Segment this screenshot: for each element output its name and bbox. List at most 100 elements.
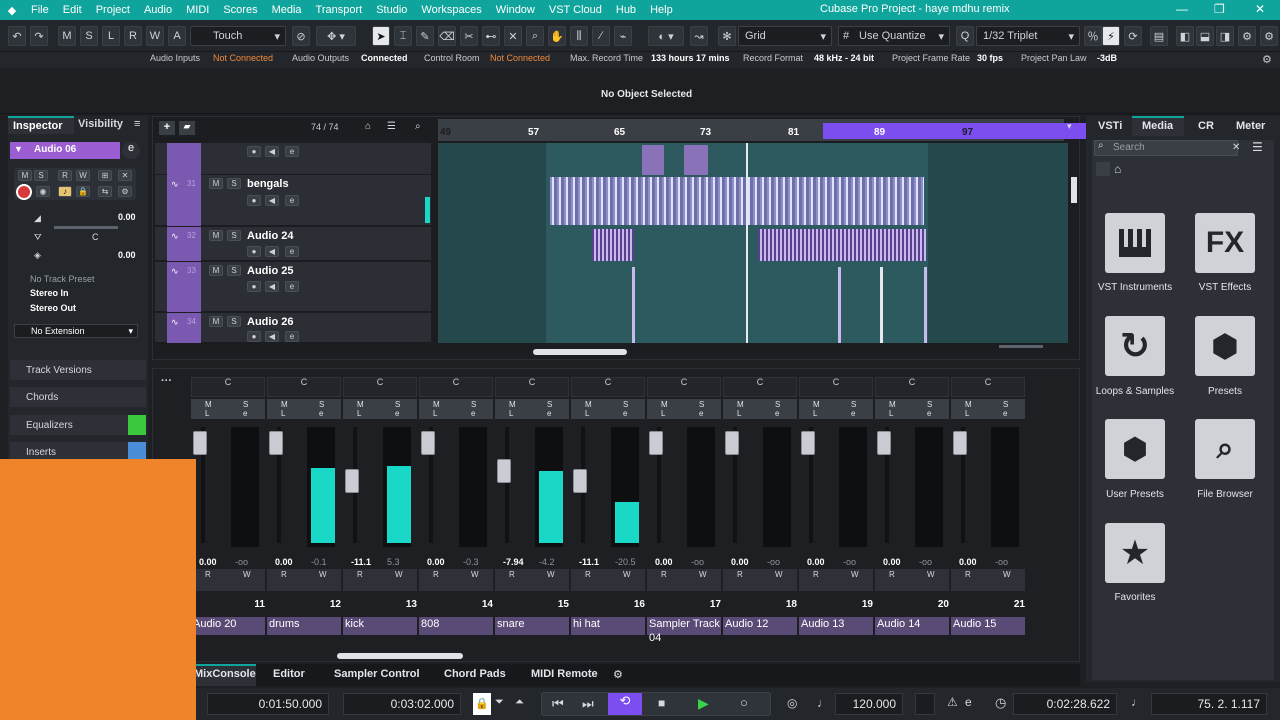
star-icon[interactable]: ★ — [1105, 523, 1165, 583]
track-preset[interactable]: No Track Preset — [14, 274, 138, 287]
section-equalizers[interactable]: Equalizers — [10, 415, 146, 435]
channel-name[interactable]: Audio 14 — [875, 617, 949, 635]
monitor-icon[interactable]: ● — [247, 281, 261, 292]
fader-handle[interactable] — [497, 459, 511, 483]
write-button[interactable]: W — [851, 570, 859, 579]
track-row-audio-24[interactable]: ∿ 32 M S Audio 24 ● ◀ e — [155, 227, 431, 261]
menu-project[interactable]: Project — [89, 0, 137, 20]
fader-handle[interactable] — [573, 469, 587, 493]
menu-edit[interactable]: Edit — [56, 0, 89, 20]
audio-event[interactable] — [924, 267, 927, 343]
listen-button[interactable]: L — [965, 409, 969, 418]
left-zone-icon[interactable]: ◧ — [1176, 26, 1194, 46]
fader-handle[interactable] — [725, 431, 739, 455]
track-row[interactable]: ● ◀ e — [155, 143, 431, 175]
edit-icon[interactable]: e — [319, 409, 323, 418]
tile-label-file-browser[interactable]: File Browser — [1170, 489, 1280, 500]
collapse-icon[interactable]: ▼ — [14, 144, 23, 154]
peak-value[interactable]: -oo — [995, 557, 1008, 567]
solo-button[interactable]: S — [395, 400, 400, 409]
solo-all-button[interactable]: S — [80, 26, 98, 46]
peak-value[interactable]: -oo — [235, 557, 248, 567]
fader-handle[interactable] — [269, 431, 283, 455]
mute-all-button[interactable]: M — [58, 26, 76, 46]
list-icon[interactable]: ☰ — [387, 121, 396, 132]
write-button[interactable]: W — [623, 570, 631, 579]
gear-icon[interactable]: ⚙ — [1260, 26, 1278, 46]
volume-value[interactable]: -7.94 — [503, 557, 524, 567]
pan-control[interactable]: C — [495, 377, 569, 397]
user-icon[interactable]: ⬢ — [1105, 419, 1165, 479]
peak-value[interactable]: -oo — [843, 557, 856, 567]
volume-value[interactable]: 0.00 — [959, 557, 977, 567]
pan-control[interactable]: C — [571, 377, 645, 397]
bypass-icon[interactable]: ✕ — [118, 170, 132, 181]
punch-out-icon[interactable]: ⏶ — [515, 696, 524, 709]
channel-name[interactable]: snare — [495, 617, 569, 635]
mixer-scrollbar[interactable] — [337, 653, 463, 659]
menu-vst-cloud[interactable]: VST Cloud — [542, 0, 609, 20]
mixer-channel[interactable]: C M S Le 0.00 -oo R W 20 Audio 14 — [875, 377, 949, 637]
solo-button[interactable]: S — [775, 400, 780, 409]
read-button[interactable]: R — [433, 570, 439, 579]
fx-icon[interactable]: FX — [1195, 213, 1255, 273]
edit-icon[interactable]: e — [285, 195, 299, 206]
listen-button[interactable]: L — [281, 409, 285, 418]
mute-button[interactable]: M — [18, 170, 32, 181]
record-icon[interactable]: ○ — [740, 695, 748, 710]
draw-tool-icon[interactable]: ∕ — [592, 26, 610, 46]
mute-button[interactable]: M — [205, 400, 212, 409]
home-icon[interactable]: ⌂ — [1114, 162, 1121, 176]
solo-button[interactable]: S — [227, 316, 241, 327]
click-icon[interactable]: ◎ — [787, 696, 797, 710]
lock-icon[interactable]: 🔒 — [76, 186, 90, 197]
record-enable-button[interactable] — [16, 184, 32, 200]
listen-button[interactable]: L — [889, 409, 893, 418]
mixer-channel[interactable]: C M S Le 0.00 -oo R W 17 Sampler Track 04 — [647, 377, 721, 644]
edit-icon[interactable]: e — [285, 331, 299, 342]
mixer-channel[interactable]: C M S Le 0.00 -oo R W 18 Audio 12 — [723, 377, 797, 637]
write-automation-button[interactable]: W — [76, 170, 90, 181]
edit-icon[interactable]: e — [243, 409, 247, 418]
write-button[interactable]: W — [1003, 570, 1011, 579]
volume-value[interactable]: 0.00 — [883, 557, 901, 567]
peak-value[interactable]: -20.5 — [615, 557, 636, 567]
volume-value[interactable]: -11.1 — [351, 557, 371, 567]
hand-tool-icon[interactable]: ✋ — [548, 26, 566, 46]
solo-button[interactable]: S — [471, 400, 476, 409]
fader-handle[interactable] — [193, 431, 207, 455]
edit-icon[interactable]: e — [285, 246, 299, 257]
comp-tool-icon[interactable]: ⫼ — [570, 26, 588, 46]
tile-label-presets[interactable]: Presets — [1170, 386, 1280, 397]
listen-button[interactable]: L — [102, 26, 120, 46]
peak-value[interactable]: 5.3 — [387, 557, 400, 567]
section-track-versions[interactable]: Track Versions — [10, 360, 146, 380]
audio-event-audio-24[interactable] — [592, 229, 634, 261]
pan-control[interactable]: C — [267, 377, 341, 397]
solo-button[interactable]: S — [227, 265, 241, 276]
menu-window[interactable]: Window — [489, 0, 542, 20]
record-icon[interactable]: ◀ — [265, 195, 279, 206]
menu-icon[interactable]: ≡ — [134, 118, 140, 130]
edit-icon[interactable]: e — [699, 409, 703, 418]
add-track-button[interactable]: + — [159, 121, 175, 135]
right-zone-icon[interactable]: ◨ — [1216, 26, 1234, 46]
channel-name[interactable]: Audio 12 — [723, 617, 797, 635]
tab-mixconsole[interactable]: MixConsole — [192, 664, 256, 686]
primary-time-display[interactable]: 0:02:28.622 — [1013, 693, 1117, 715]
audio-event[interactable] — [632, 267, 635, 343]
read-button[interactable]: R — [737, 570, 743, 579]
settings-icon[interactable]: ⚙ — [118, 186, 132, 197]
menu-scores[interactable]: Scores — [216, 0, 264, 20]
search-input[interactable]: Search — [1094, 140, 1238, 156]
input-routing[interactable]: Stereo In — [14, 288, 138, 301]
mute-button[interactable]: M — [281, 400, 288, 409]
mixer-channel[interactable]: C M S Le 0.00 -oo R W 19 Audio 13 — [799, 377, 873, 637]
quantize-icon[interactable]: Q — [956, 26, 974, 46]
read-button[interactable]: R — [509, 570, 515, 579]
write-button[interactable]: W — [775, 570, 783, 579]
note-icon[interactable]: ♩ — [1131, 695, 1143, 709]
lock-icon[interactable]: 🔒 — [473, 693, 491, 715]
pan-control[interactable]: C — [875, 377, 949, 397]
audio-event-bengals[interactable] — [550, 177, 924, 225]
